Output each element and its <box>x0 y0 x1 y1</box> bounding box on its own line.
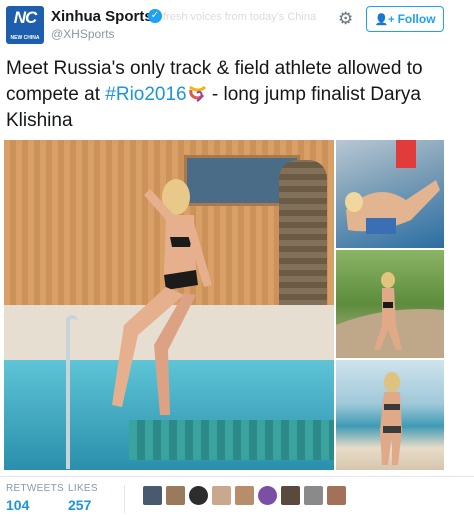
main-photo[interactable] <box>4 140 334 470</box>
avatar-logo-text: NC <box>13 8 38 27</box>
olympic-ring-emoji-icon <box>188 85 206 102</box>
liker-avatar[interactable] <box>281 486 300 505</box>
follow-button-label: Follow <box>397 12 436 26</box>
likes-count: 257 <box>68 497 92 513</box>
account-avatar[interactable]: NC NEW CHINA <box>6 6 44 44</box>
thumbnail-photo-2[interactable] <box>336 250 444 358</box>
account-tagline: fresh voices from today's China <box>163 11 317 23</box>
account-handle[interactable]: @XHSports <box>51 27 115 41</box>
liker-avatar[interactable] <box>212 486 231 505</box>
follow-button[interactable]: 👤+ Follow <box>366 6 444 32</box>
verified-badge-icon: ✓ <box>148 9 162 23</box>
thumbnail-photo-1[interactable] <box>336 140 444 248</box>
liker-avatar[interactable] <box>258 486 277 505</box>
retweets-stat[interactable]: RETWEETS 104 <box>6 483 64 513</box>
tweet-text: Meet Russia's only track & field athlete… <box>6 56 446 134</box>
thumbnail-photo-3[interactable] <box>336 360 444 470</box>
hashtag-link[interactable]: #Rio2016 <box>105 84 186 105</box>
photo-grid <box>4 140 444 470</box>
athlete-figure <box>112 179 212 415</box>
liker-avatar[interactable] <box>166 486 185 505</box>
retweets-label: RETWEETS <box>6 483 64 494</box>
account-name[interactable]: Xinhua Sports <box>51 8 153 25</box>
liker-avatar[interactable] <box>304 486 323 505</box>
likes-label: LIKES <box>68 483 98 494</box>
tweet-header: NC NEW CHINA Xinhua Sports ✓ fresh voice… <box>0 0 474 50</box>
liker-avatar[interactable] <box>327 486 346 505</box>
likes-stat[interactable]: LIKES 257 <box>68 483 98 513</box>
retweets-count: 104 <box>6 497 30 513</box>
liker-avatar[interactable] <box>189 486 208 505</box>
stats-divider <box>124 485 125 513</box>
follow-person-plus-icon: 👤+ <box>374 14 395 26</box>
tweet-stats: RETWEETS 104 LIKES 257 <box>0 476 474 515</box>
avatar-logo-subtext: NEW CHINA <box>10 35 40 41</box>
liker-avatar[interactable] <box>235 486 254 505</box>
liker-avatar[interactable] <box>143 486 162 505</box>
gear-icon[interactable]: ⚙ <box>338 9 353 29</box>
